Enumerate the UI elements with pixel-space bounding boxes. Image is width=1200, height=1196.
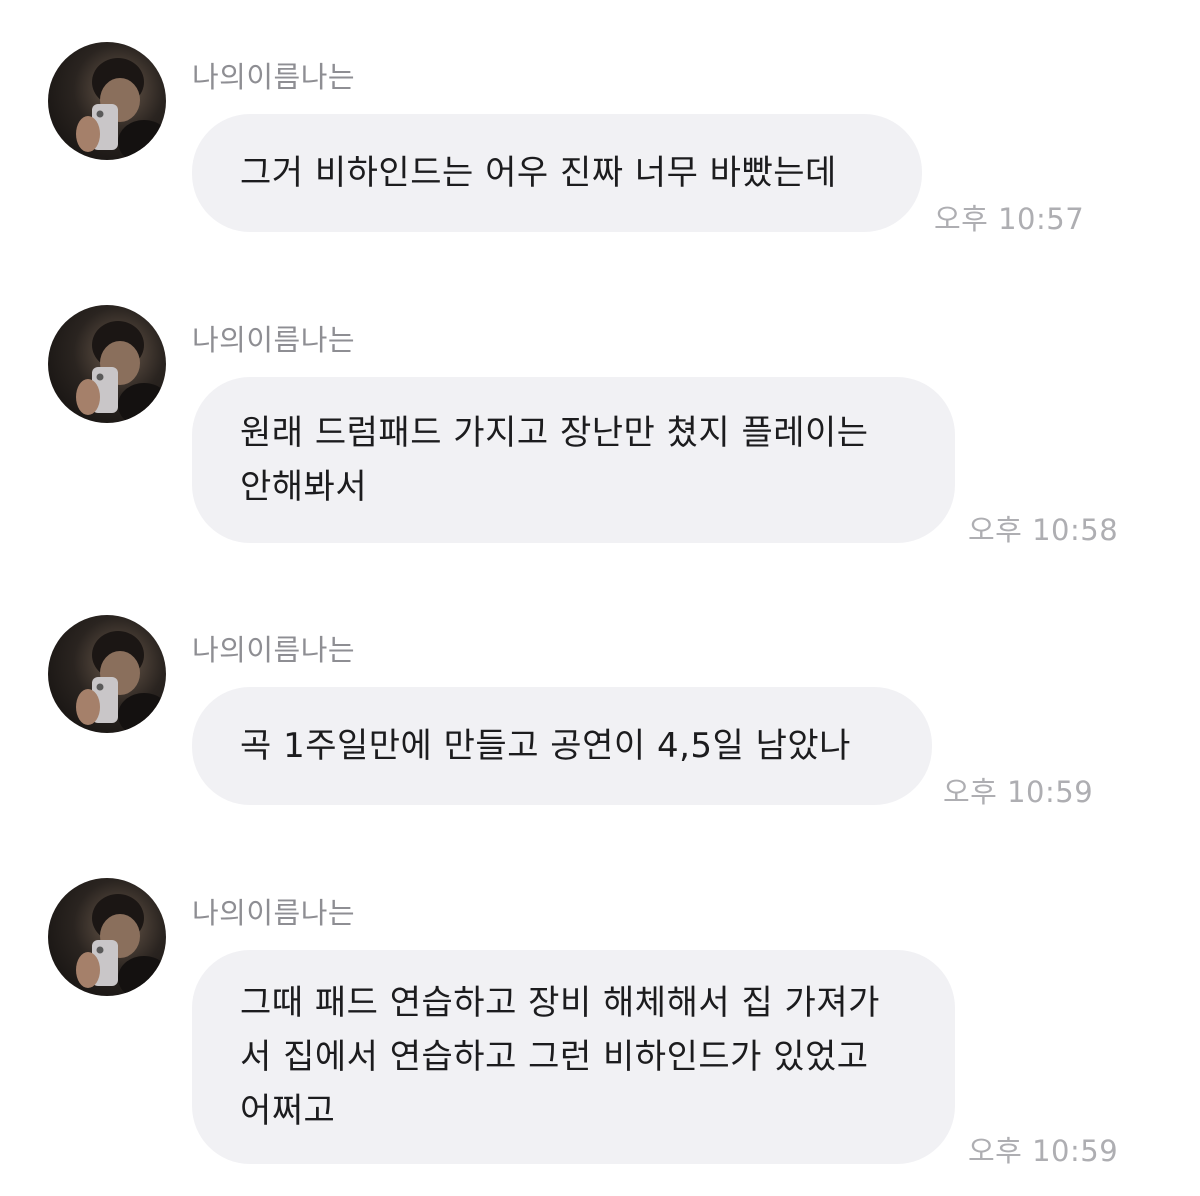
avatar-photo-icon bbox=[76, 321, 166, 423]
sender-name: 나의이름나는 bbox=[192, 60, 356, 94]
avatar-photo-icon bbox=[76, 631, 166, 733]
message-bubble[interactable]: 그거 비하인드는 어우 진짜 너무 바빴는데 bbox=[192, 114, 922, 232]
message-bubble[interactable]: 그때 패드 연습하고 장비 해체해서 집 가져가 서 집에서 연습하고 그런 비… bbox=[192, 950, 955, 1164]
message-text: 그때 패드 연습하고 장비 해체해서 집 가져가 서 집에서 연습하고 그런 비… bbox=[240, 983, 880, 1131]
message-time: 오후 10:59 bbox=[943, 775, 1094, 809]
message-time: 오후 10:58 bbox=[968, 513, 1119, 547]
sender-name: 나의이름나는 bbox=[192, 633, 356, 667]
message-bubble[interactable]: 곡 1주일만에 만들고 공연이 4,5일 남았나 bbox=[192, 687, 932, 805]
message-time: 오후 10:59 bbox=[968, 1134, 1119, 1168]
avatar[interactable] bbox=[48, 878, 166, 996]
message-bubble[interactable]: 원래 드럼패드 가지고 장난만 쳤지 플레이는 안해봐서 bbox=[192, 377, 955, 543]
avatar[interactable] bbox=[48, 305, 166, 423]
avatar[interactable] bbox=[48, 615, 166, 733]
avatar[interactable] bbox=[48, 42, 166, 160]
message-text: 원래 드럼패드 가지고 장난만 쳤지 플레이는 안해봐서 bbox=[240, 413, 869, 507]
message-row: 나의이름나는 그거 비하인드는 어우 진짜 너무 바빴는데 오후 10:57 bbox=[0, 42, 1200, 242]
avatar-photo-icon bbox=[76, 58, 166, 160]
message-row: 나의이름나는 그때 패드 연습하고 장비 해체해서 집 가져가 서 집에서 연습… bbox=[0, 878, 1200, 1178]
avatar-photo-icon bbox=[76, 894, 166, 996]
message-row: 나의이름나는 곡 1주일만에 만들고 공연이 4,5일 남았나 오후 10:59 bbox=[0, 615, 1200, 815]
message-text: 곡 1주일만에 만들고 공연이 4,5일 남았나 bbox=[240, 726, 851, 766]
message-time: 오후 10:57 bbox=[934, 202, 1085, 236]
message-text: 그거 비하인드는 어우 진짜 너무 바빴는데 bbox=[240, 153, 837, 193]
sender-name: 나의이름나는 bbox=[192, 896, 356, 930]
message-row: 나의이름나는 원래 드럼패드 가지고 장난만 쳤지 플레이는 안해봐서 오후 1… bbox=[0, 305, 1200, 550]
sender-name: 나의이름나는 bbox=[192, 323, 356, 357]
